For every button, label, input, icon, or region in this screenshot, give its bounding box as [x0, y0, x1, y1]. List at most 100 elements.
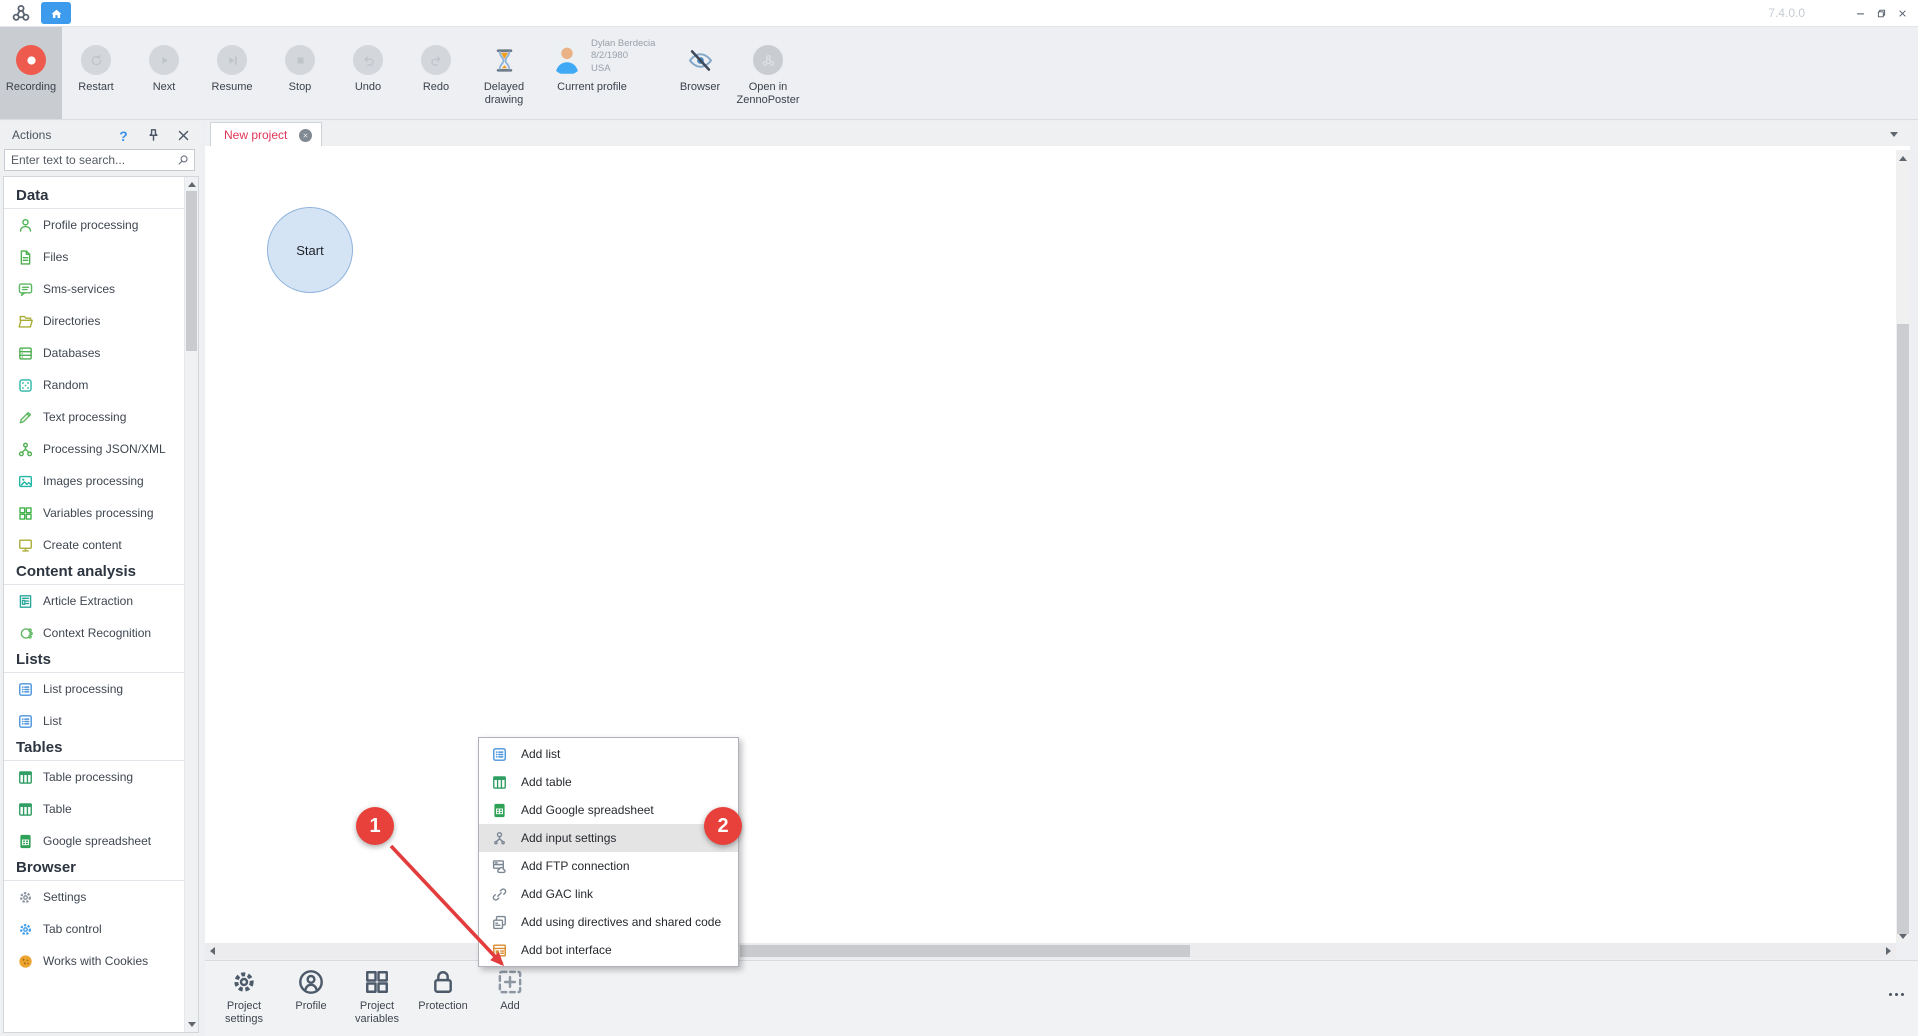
pencil-icon	[17, 409, 34, 426]
menubar-item[interactable]	[79, 0, 103, 27]
actions-section: Content analysis Article Extraction Cont…	[4, 563, 184, 649]
svg-text:?: ?	[119, 127, 127, 143]
context-menu-item[interactable]: Add GAC link	[479, 880, 738, 908]
home-button[interactable]	[41, 2, 71, 24]
sidebar-item[interactable]: Directories	[4, 305, 184, 337]
table-icon	[17, 801, 34, 818]
context-menu-item[interactable]: Add table	[479, 768, 738, 796]
sidebar-item-label: Databases	[43, 346, 100, 360]
chat-icon	[17, 281, 34, 298]
sidebar-item[interactable]: List	[4, 705, 184, 737]
context-menu-item[interactable]: Add Google spreadsheet	[479, 796, 738, 824]
scrollbar-thumb[interactable]	[1897, 324, 1909, 934]
toolbar-button[interactable]: Open in ZennoPoster	[734, 27, 802, 119]
context-menu-item[interactable]: Add list	[479, 740, 738, 768]
scrollbar-thumb[interactable]	[186, 191, 197, 351]
gsheet-icon	[491, 802, 508, 819]
avatar-icon	[550, 41, 584, 75]
bot-interface-icon	[491, 942, 508, 959]
search-input[interactable]	[5, 153, 176, 167]
bottom-toolbar-button[interactable]: Add	[477, 967, 543, 1013]
annotation-badge-2: 2	[704, 807, 742, 845]
toolbar-button[interactable]: Redo	[402, 27, 470, 119]
context-menu-item[interactable]: Add bot interface	[479, 936, 738, 964]
toolbar-button[interactable]: Undo	[334, 27, 402, 119]
pin-icon[interactable]	[145, 127, 162, 144]
sidebar-item[interactable]: Variables processing	[4, 497, 184, 529]
sidebar-item[interactable]: Random	[4, 369, 184, 401]
help-icon[interactable]: ?	[115, 127, 132, 144]
scroll-up-icon[interactable]	[188, 182, 196, 187]
sidebar-item[interactable]: Table	[4, 793, 184, 825]
toolbar-button[interactable]: Recording	[0, 27, 62, 119]
sidebar-item-label: Files	[43, 250, 68, 264]
sidebar-item-label: Directories	[43, 314, 100, 328]
sidebar-item-label: Google spreadsheet	[43, 834, 151, 848]
flowchart-canvas[interactable]: Start	[205, 146, 1910, 943]
sidebar-item[interactable]: Text processing	[4, 401, 184, 433]
scroll-down-icon[interactable]	[188, 1022, 196, 1027]
scroll-right-icon[interactable]	[1886, 947, 1891, 955]
sidebar-item-label: Images processing	[43, 474, 144, 488]
menubar-item[interactable]	[151, 0, 175, 27]
toolbar-button[interactable]: Browser	[666, 27, 734, 119]
panel-close-icon[interactable]	[175, 127, 192, 144]
sidebar-item[interactable]: Images processing	[4, 465, 184, 497]
toolbar-button[interactable]: Stop	[266, 27, 334, 119]
more-options-icon[interactable]	[1889, 993, 1904, 996]
record-icon	[24, 53, 39, 68]
bottom-toolbar-button[interactable]: Protection	[410, 967, 476, 1013]
minimize-button[interactable]	[1850, 2, 1871, 24]
current-profile-button[interactable]: Dylan Berdecia 8/2/1980 USA Current prof…	[538, 27, 666, 119]
sidebar-item[interactable]: Article Extraction	[4, 585, 184, 617]
context-menu-item[interactable]: Add FTP connection	[479, 852, 738, 880]
context-menu-item[interactable]: Add input settings	[479, 824, 738, 852]
redo-icon	[429, 53, 444, 68]
bottom-toolbar-button[interactable]: Profile	[278, 967, 344, 1013]
scroll-left-icon[interactable]	[210, 947, 215, 955]
menubar-item[interactable]	[199, 0, 223, 27]
menubar-item[interactable]	[103, 0, 127, 27]
scrollbar-thumb[interactable]	[740, 945, 1190, 957]
sidebar-item-label: Processing JSON/XML	[43, 442, 166, 456]
tab-new-project[interactable]: New project	[210, 122, 322, 147]
scroll-down-icon[interactable]	[1899, 934, 1907, 939]
resume-icon	[225, 53, 240, 68]
sidebar-item[interactable]: Create content	[4, 529, 184, 561]
sidebar-item[interactable]: Table processing	[4, 761, 184, 793]
toolbar-button[interactable]: Next	[130, 27, 198, 119]
tab-strip: New project	[205, 122, 1918, 146]
sidebar-item-label: Create content	[43, 538, 122, 552]
sidebar-item[interactable]: Context Recognition	[4, 617, 184, 649]
scroll-up-icon[interactable]	[1899, 156, 1907, 161]
actions-section: Data Profile processing Files	[4, 187, 184, 561]
toolbar-button[interactable]: Resume	[198, 27, 266, 119]
sidebar-item[interactable]: List processing	[4, 673, 184, 705]
search-box	[4, 149, 195, 171]
sidebar-item[interactable]: Google spreadsheet	[4, 825, 184, 857]
start-node[interactable]: Start	[267, 207, 353, 293]
sidebar-item[interactable]: Profile processing	[4, 209, 184, 241]
close-button[interactable]	[1892, 2, 1913, 24]
menubar-item[interactable]	[127, 0, 151, 27]
sidebar-item[interactable]: Processing JSON/XML	[4, 433, 184, 465]
tab-list-dropdown-icon[interactable]	[1890, 132, 1898, 137]
bottom-toolbar-button[interactable]: Project settings	[211, 967, 277, 1026]
sidebar-scrollbar	[184, 177, 198, 1032]
sidebar-item[interactable]: Works with Cookies	[4, 945, 184, 977]
person-icon	[17, 217, 34, 234]
sidebar-item[interactable]: Settings	[4, 881, 184, 913]
sidebar-item[interactable]: Databases	[4, 337, 184, 369]
toolbar-button[interactable]: Delayed drawing	[470, 27, 538, 119]
menubar-item[interactable]	[175, 0, 199, 27]
sidebar-item[interactable]: Sms-services	[4, 273, 184, 305]
sidebar-item-label: Settings	[43, 890, 86, 904]
bottom-toolbar-button[interactable]: Project variables	[344, 967, 410, 1026]
tab-close-button[interactable]	[299, 129, 312, 142]
section-items: Article Extraction Context Recognition	[4, 585, 184, 649]
toolbar-button[interactable]: Restart	[62, 27, 130, 119]
sidebar-item[interactable]: Tab control	[4, 913, 184, 945]
sidebar-item[interactable]: Files	[4, 241, 184, 273]
context-menu-item[interactable]: Add using directives and shared code	[479, 908, 738, 936]
restore-button[interactable]	[1871, 2, 1892, 24]
